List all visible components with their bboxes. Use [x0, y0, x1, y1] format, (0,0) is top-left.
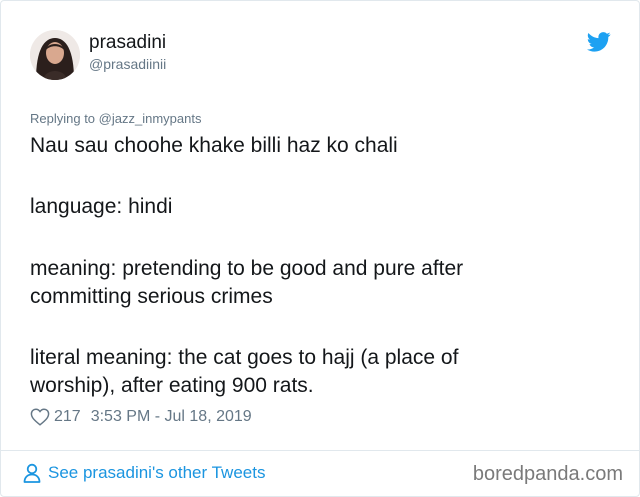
heart-outline-icon[interactable] [30, 408, 50, 426]
tweet-meta: 217 3:53 PM - Jul 18, 2019 [30, 406, 252, 428]
display-name[interactable]: prasadini [89, 32, 166, 54]
person-icon [23, 463, 41, 483]
tweet-text-line: meaning: pretending to be good and pure … [30, 257, 464, 280]
replying-to: Replying to @jazz_inmypants [30, 111, 201, 126]
tweet-text-line: worship), after eating 900 rats. [30, 374, 314, 397]
tweet-text-line: committing serious crimes [30, 285, 273, 308]
tweet-text-line: literal meaning: the cat goes to hajj (a… [30, 346, 459, 369]
avatar[interactable] [30, 30, 80, 80]
watermark: boredpanda.com [472, 463, 623, 485]
see-other-tweets-link[interactable]: See prasadini's other Tweets [23, 463, 265, 483]
avatar-image [30, 30, 80, 80]
tweet-timestamp[interactable]: 3:53 PM - Jul 18, 2019 [91, 408, 252, 426]
replying-to-label: Replying to [30, 111, 99, 126]
like-count[interactable]: 217 [54, 408, 81, 426]
tweet-text-line: Nau sau choohe khake billi haz ko chali [30, 134, 398, 157]
see-other-tweets-label[interactable]: See prasadini's other Tweets [48, 463, 265, 483]
tweet-text-line: language: hindi [30, 195, 173, 218]
twitter-bird-icon[interactable] [587, 32, 611, 52]
divider [1, 450, 639, 451]
reply-mention-link[interactable]: @jazz_inmypants [99, 111, 202, 126]
user-handle[interactable]: @prasadiinii [89, 56, 166, 72]
tweet-card: prasadini @prasadiinii Replying to @jazz… [0, 0, 640, 497]
